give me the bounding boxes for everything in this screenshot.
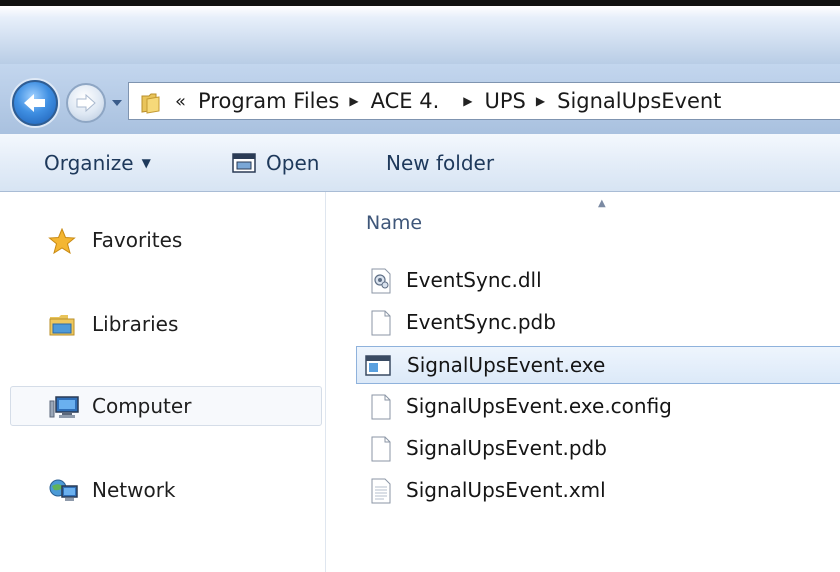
recent-pages-button[interactable] [110, 92, 124, 112]
network-icon [49, 479, 78, 501]
nav-item-label: Network [92, 478, 176, 502]
file-name: SignalUpsEvent.xml [406, 478, 606, 502]
blank-file-icon [371, 394, 391, 420]
nav-item-network[interactable]: Network [0, 470, 326, 510]
blank-file-icon [371, 310, 391, 336]
nav-item-libraries[interactable]: Libraries [0, 304, 326, 344]
back-button[interactable] [12, 80, 58, 126]
file-name: EventSync.dll [406, 268, 542, 292]
breadcrumb-program-files[interactable]: Program Files [198, 89, 339, 113]
back-arrow-icon [24, 94, 45, 112]
blank-file-icon [371, 436, 391, 462]
breadcrumb-overflow-button[interactable]: « [175, 91, 186, 112]
exe-file-icon [365, 355, 391, 376]
breadcrumb-ace[interactable]: ACE 4. [371, 89, 440, 113]
address-bar[interactable]: « Program Files ▶ ACE 4. ▶ UPS ▶ SignalU… [128, 82, 840, 120]
nav-item-label: Computer [92, 394, 192, 418]
breadcrumb-separator-icon[interactable]: ▶ [349, 94, 358, 108]
new-folder-button[interactable]: New folder [386, 134, 494, 192]
file-row-selected[interactable]: SignalUpsEvent.exe [356, 346, 840, 384]
breadcrumb-ups[interactable]: UPS [485, 89, 526, 113]
new-folder-label: New folder [386, 151, 495, 175]
file-name: SignalUpsEvent.pdb [406, 436, 607, 460]
organize-label: Organize [44, 151, 134, 175]
star-icon [48, 228, 76, 254]
organize-button[interactable]: Organize ▼ [44, 134, 151, 192]
nav-item-favorites[interactable]: Favorites [0, 220, 326, 260]
chevron-down-icon [112, 100, 122, 106]
libraries-icon [49, 315, 75, 336]
file-name: EventSync.pdb [406, 310, 556, 334]
forward-arrow-icon [76, 93, 96, 113]
open-button[interactable]: Open [232, 134, 319, 192]
open-window-icon [232, 153, 256, 173]
breadcrumb-separator-icon[interactable]: ▶ [463, 94, 472, 108]
column-header-name[interactable]: Name [366, 212, 422, 234]
chevron-down-icon: ▼ [141, 156, 151, 170]
open-label: Open [266, 151, 320, 175]
computer-icon [49, 396, 79, 418]
sort-ascending-icon: ▲ [598, 198, 606, 209]
file-row[interactable]: EventSync.pdb [356, 304, 840, 342]
file-row[interactable]: EventSync.dll [356, 262, 840, 300]
file-row[interactable]: SignalUpsEvent.exe.config [356, 388, 840, 426]
nav-item-computer[interactable]: Computer [0, 386, 326, 426]
breadcrumb-separator-icon[interactable]: ▶ [536, 94, 545, 108]
file-row[interactable]: SignalUpsEvent.pdb [356, 430, 840, 468]
window-titlebar [0, 6, 840, 64]
text-file-icon [371, 478, 391, 504]
nav-item-label: Favorites [92, 228, 183, 252]
file-name: SignalUpsEvent.exe [407, 353, 606, 377]
breadcrumb: « Program Files ▶ ACE 4. ▶ UPS ▶ SignalU… [175, 83, 731, 119]
command-bar: Organize ▼ Open New folder [0, 134, 840, 192]
breadcrumb-signalupsevent[interactable]: SignalUpsEvent [557, 89, 721, 113]
folder-icon [141, 93, 160, 114]
file-list-pane: ▲ Name EventSync.dll EventSync.pdb Signa… [326, 192, 840, 572]
navigation-pane: Favorites Libraries Computer Network [0, 192, 326, 572]
file-name: SignalUpsEvent.exe.config [406, 394, 672, 418]
file-row[interactable]: SignalUpsEvent.xml [356, 472, 840, 510]
dll-file-icon [371, 268, 391, 294]
nav-item-label: Libraries [92, 312, 179, 336]
forward-button[interactable] [66, 83, 106, 123]
